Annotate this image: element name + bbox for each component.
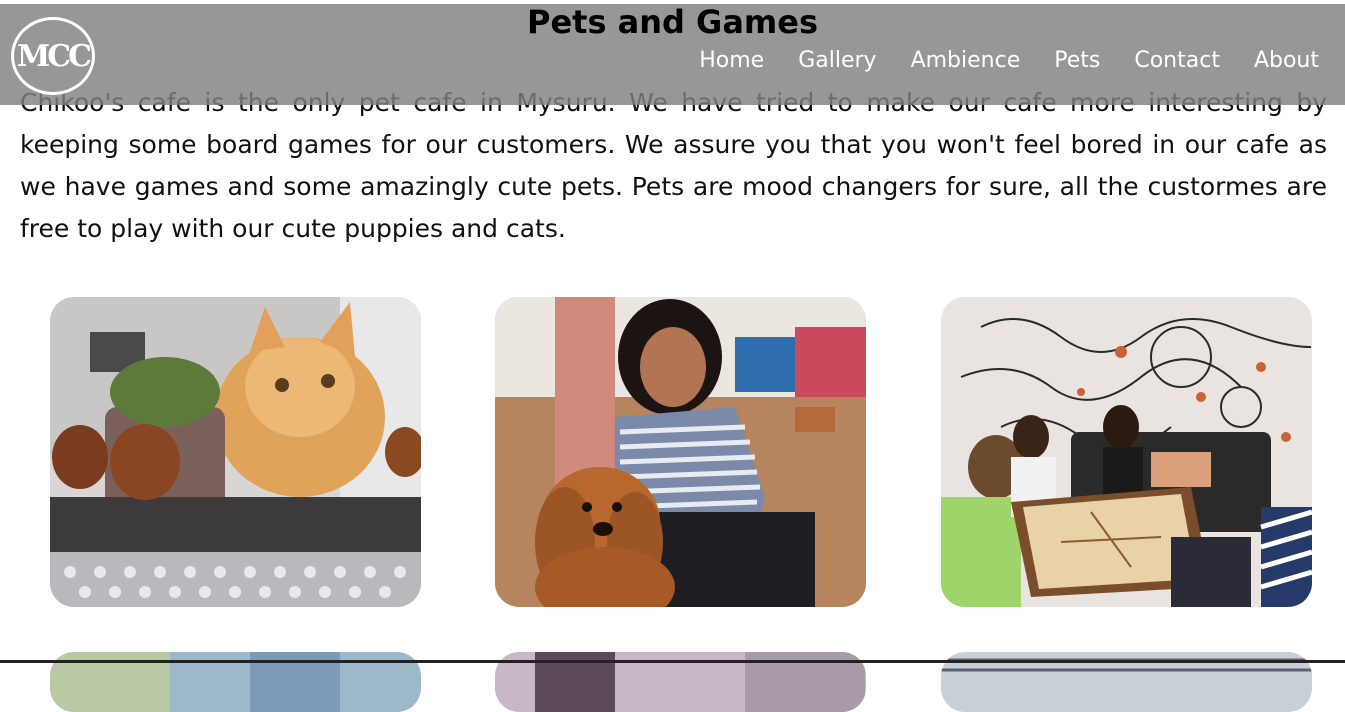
photo-woman-with-dog[interactable] — [495, 297, 866, 607]
nav-ambience[interactable]: Ambience — [911, 46, 1021, 76]
nav-pets[interactable]: Pets — [1054, 46, 1100, 76]
photo-carrom-game[interactable] — [941, 297, 1312, 607]
nav-contact[interactable]: Contact — [1134, 46, 1220, 76]
intro-paragraph: Chikoo's cafe is the only pet cafe in My… — [20, 88, 1327, 243]
page-title: Pets and Games — [526, 3, 818, 41]
main-nav: Home Gallery Ambience Pets Contact About — [699, 46, 1319, 76]
nav-about[interactable]: About — [1254, 46, 1319, 76]
site-header: MCC Pets and Games Home Gallery Ambience… — [0, 4, 1345, 105]
nav-gallery[interactable]: Gallery — [798, 46, 876, 76]
photo-kitten-figurines[interactable] — [50, 297, 421, 607]
nav-home[interactable]: Home — [699, 46, 764, 76]
